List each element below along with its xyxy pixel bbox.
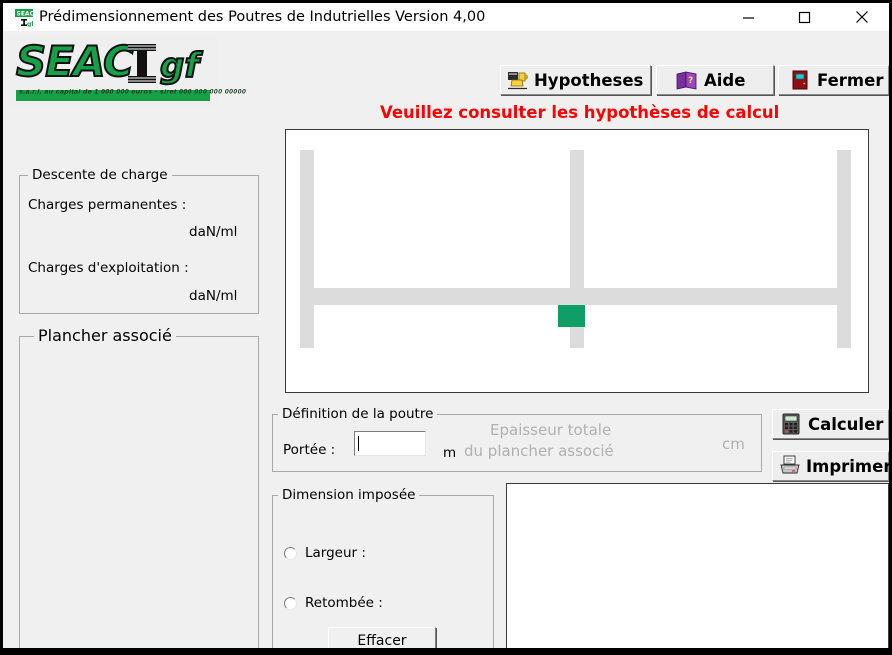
calculer-button-label: Calculer — [808, 414, 884, 434]
fermer-button-label: Fermer — [817, 70, 884, 90]
logo-brand-text: SEAC — [15, 37, 135, 86]
dimension-imposee-group: Dimension imposée — [272, 487, 494, 648]
seac-gf-logo: SEAC gf s.a.r.l. au capital de 1 000 000 — [8, 34, 246, 106]
portee-unit: m — [443, 445, 457, 461]
descente-de-charge-title: Descente de charge — [28, 167, 172, 183]
svg-text:SEAC: SEAC — [17, 11, 34, 18]
client-area: SEAC gf s.a.r.l. au capital de 1 000 000 — [3, 31, 889, 648]
imprimer-button[interactable]: Imprimer — [772, 451, 889, 481]
svg-text:?: ? — [688, 76, 693, 86]
definition-poutre-title: Définition de la poutre — [278, 406, 438, 422]
maximize-icon — [798, 11, 811, 24]
portee-label: Portée : — [283, 442, 336, 458]
diagram-column-right — [837, 150, 851, 348]
svg-text:gf: gf — [27, 21, 33, 27]
radio-indicator — [284, 546, 297, 560]
close-button[interactable] — [839, 3, 885, 31]
beam-frame-diagram — [285, 129, 869, 393]
plancher-radio-list: Hourdis Béton Hourdis Polystyrène Dalle … — [3, 336, 259, 648]
hypotheses-button-label: Hypotheses — [534, 70, 644, 90]
app-window: SEAC gf Prédimensionnement des Poutres d… — [0, 0, 892, 655]
help-book-icon: ? — [675, 69, 699, 91]
portee-input[interactable] — [354, 431, 426, 456]
radio-indicator — [284, 596, 297, 610]
diagram-section-marker — [558, 305, 585, 327]
effacer-button-label: Effacer — [357, 632, 407, 649]
text-caret — [358, 436, 359, 451]
charges-permanentes-unit: daN/ml — [189, 224, 238, 240]
aide-button[interactable]: ? Aide — [656, 65, 774, 95]
printer-icon — [779, 455, 801, 477]
maximize-button[interactable] — [781, 3, 827, 31]
dimension-imposee-title: Dimension imposée — [278, 487, 420, 503]
logo-tagline: s.a.r.l. au capital de 1 000 000 euros -… — [19, 89, 247, 95]
calculer-button[interactable]: Calculer — [772, 409, 889, 439]
calculator-icon — [781, 413, 801, 435]
charges-exploitation-label: Charges d'exploitation : — [28, 260, 189, 276]
i-beam-icon — [122, 42, 162, 86]
charges-permanentes-label: Charges permanentes : — [28, 197, 187, 213]
aide-button-label: Aide — [704, 70, 746, 90]
radio-retombee[interactable]: Retombée : — [284, 595, 383, 611]
title-bar[interactable]: SEAC gf Prédimensionnement des Poutres d… — [0, 0, 892, 31]
calc-hypotheses-warning: Veuillez consulter les hypothèses de cal… — [380, 103, 780, 122]
radio-label: Retombée : — [305, 595, 383, 611]
logo-suffix-text: gf — [159, 46, 200, 86]
hypotheses-button[interactable]: Hypotheses — [500, 65, 651, 95]
effacer-button[interactable]: Effacer — [328, 627, 436, 648]
epaisseur-unit: cm — [722, 435, 745, 453]
epaisseur-label-line1: Epaisseur totale — [490, 421, 612, 439]
imprimer-button-label: Imprimer — [806, 456, 889, 476]
diagram-column-left — [300, 150, 314, 348]
exit-door-icon — [789, 69, 811, 91]
fermer-button[interactable]: Fermer — [778, 65, 889, 95]
epaisseur-label-line2: du plancher associé — [464, 442, 614, 460]
window-title: Prédimensionnement des Poutres de Indutr… — [39, 9, 486, 25]
charges-exploitation-unit: daN/ml — [189, 288, 238, 304]
radio-largeur[interactable]: Largeur : — [284, 545, 366, 561]
app-logo-icon: SEAC gf — [15, 9, 35, 28]
diagram-beam — [300, 288, 851, 305]
radio-label: Largeur : — [305, 545, 366, 561]
results-output-panel[interactable] — [506, 483, 889, 648]
logo-tagline-strip: s.a.r.l. au capital de 1 000 000 euros -… — [16, 89, 246, 101]
minimize-button[interactable] — [725, 3, 771, 31]
close-icon — [855, 10, 869, 24]
minimize-icon — [742, 11, 755, 24]
hand-pencil-icon — [506, 69, 530, 91]
